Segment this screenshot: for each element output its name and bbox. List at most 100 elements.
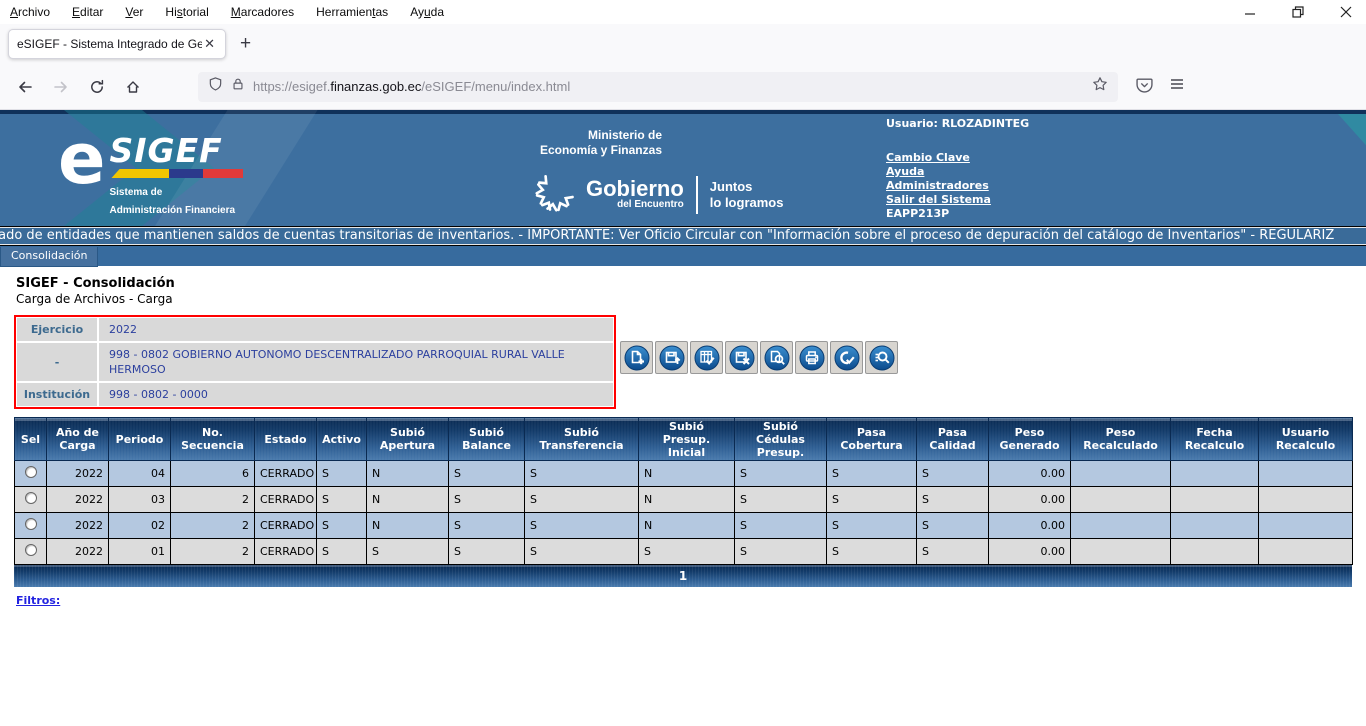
row-select-radio[interactable] (25, 492, 37, 504)
menu-hamburger-icon[interactable] (1169, 76, 1185, 97)
table-cell: 0.00 (989, 461, 1071, 487)
table-cell: S (735, 487, 827, 513)
user-link-administradores[interactable]: Administradores (886, 179, 1029, 193)
column-header: Subió Balance (449, 418, 525, 461)
shield-icon[interactable] (208, 76, 223, 97)
table-cell: 03 (109, 487, 171, 513)
table-cell: S (525, 461, 639, 487)
menu-editar[interactable]: Editar (72, 5, 103, 19)
user-link-salir-del-sistema[interactable]: Salir del Sistema (886, 193, 1029, 207)
table-cell: S (317, 487, 367, 513)
menu-ver[interactable]: Ver (125, 5, 143, 19)
column-header: Pasa Cobertura (827, 418, 917, 461)
table-cell: N (639, 461, 735, 487)
form-value-ejercicio: 2022 (99, 318, 613, 341)
close-icon[interactable] (1340, 6, 1352, 18)
reload-icon[interactable] (82, 72, 112, 102)
form-value-entidad: 998 - 0802 GOBIERNO AUTONOMO DESCENTRALI… (99, 343, 613, 381)
table-cell: CERRADO (255, 487, 317, 513)
save-upload-icon[interactable] (655, 341, 688, 374)
filters-link[interactable]: Filtros: (16, 594, 60, 607)
decor-triangle (1338, 114, 1366, 152)
minimize-icon[interactable] (1244, 6, 1256, 18)
column-header: Subió Cédulas Presup. (735, 418, 827, 461)
table-cell: 2 (171, 539, 255, 565)
table-cell: 2 (171, 513, 255, 539)
table-cell: S (827, 513, 917, 539)
menu-ayuda[interactable]: Ayuda (410, 5, 444, 19)
tab-title: eSIGEF - Sistema Integrado de Gestió (17, 37, 202, 51)
pagination-bar: 1 (14, 565, 1352, 587)
table-cell: 04 (109, 461, 171, 487)
url-bar[interactable]: https://esigef.finanzas.gob.ec/eSIGEF/me… (198, 72, 1118, 102)
home-icon[interactable] (118, 72, 148, 102)
gobierno-logo: Gobierno del Encuentro Juntos lo logramo… (532, 166, 783, 223)
c-check-icon[interactable] (830, 341, 863, 374)
page-number-link[interactable]: 1 (679, 569, 687, 583)
column-header: Pasa Calidad (917, 418, 989, 461)
table-cell: 0.00 (989, 487, 1071, 513)
table-cell: S (525, 487, 639, 513)
tab-consolidacion[interactable]: Consolidación (0, 247, 98, 267)
context-form: Ejercicio 2022 - 998 - 0802 GOBIERNO AUT… (14, 315, 616, 409)
column-header: Subió Presup. Inicial (639, 418, 735, 461)
new-tab-button[interactable]: + (240, 33, 251, 55)
user-link-cambio-clave[interactable]: Cambio Clave (886, 151, 1029, 165)
table-cell (1171, 487, 1259, 513)
table-cell: S (449, 461, 525, 487)
banner-top-line (0, 110, 1366, 114)
lock-icon[interactable] (231, 76, 245, 97)
browser-navbar: https://esigef.finanzas.gob.ec/eSIGEF/me… (0, 64, 1366, 110)
form-label-institucion: Institución (17, 383, 97, 406)
column-header: Activo (317, 418, 367, 461)
esigef-logo: e SIGEF Sistema de Administración Financ… (58, 128, 243, 218)
table-cell: S (735, 539, 827, 565)
tab-close-icon[interactable]: ✕ (202, 36, 217, 52)
row-select-radio[interactable] (25, 544, 37, 556)
bookmark-star-icon[interactable] (1092, 76, 1108, 97)
printer-icon[interactable] (795, 341, 828, 374)
new-document-icon[interactable] (620, 341, 653, 374)
menu-marcadores[interactable]: Marcadores (231, 5, 294, 19)
window-controls (1244, 0, 1352, 24)
menu-historial[interactable]: Historial (165, 5, 208, 19)
browser-tab[interactable]: eSIGEF - Sistema Integrado de Gestió ✕ (8, 29, 226, 59)
user-link-ayuda[interactable]: Ayuda (886, 165, 1029, 179)
form-label-entidad: - (17, 343, 97, 381)
table-cell (1259, 487, 1353, 513)
table-cell (1259, 539, 1353, 565)
table-row: 2022022CERRADOSNSSNSSS0.00 (15, 513, 1353, 539)
logo-subtitle: Sistema de Administración Financiera (109, 187, 235, 216)
table-cell: S (917, 487, 989, 513)
table-cell (1071, 539, 1171, 565)
table-cell: S (367, 539, 449, 565)
menu-herramientas[interactable]: Herramientas (316, 5, 388, 19)
table-cell: S (827, 487, 917, 513)
table-cell (1171, 539, 1259, 565)
table-cell: CERRADO (255, 461, 317, 487)
table-cell: S (639, 539, 735, 565)
pocket-icon[interactable] (1136, 76, 1153, 98)
global-search-icon[interactable] (865, 341, 898, 374)
row-select-radio[interactable] (25, 518, 37, 530)
logo-e-glyph: e (58, 128, 105, 190)
document-search-icon[interactable] (760, 341, 793, 374)
row-select-radio[interactable] (25, 466, 37, 478)
grid-check-icon[interactable] (690, 341, 723, 374)
flag-bars (111, 169, 243, 178)
table-cell: S (525, 513, 639, 539)
table-cell: S (525, 539, 639, 565)
menu-archivo[interactable]: Archivo (10, 5, 50, 19)
forward-icon[interactable] (46, 72, 76, 102)
column-header: No. Secuencia (171, 418, 255, 461)
table-cell: N (367, 487, 449, 513)
restore-icon[interactable] (1292, 6, 1304, 18)
browser-tabbar: eSIGEF - Sistema Integrado de Gestió ✕ + (0, 24, 1366, 64)
table-cell (1071, 513, 1171, 539)
table-cell: 2022 (47, 513, 109, 539)
back-icon[interactable] (10, 72, 40, 102)
table-cell (1259, 513, 1353, 539)
save-delete-icon[interactable] (725, 341, 758, 374)
url-text: https://esigef.finanzas.gob.ec/eSIGEF/me… (253, 79, 1084, 94)
app-header-banner: e SIGEF Sistema de Administración Financ… (0, 110, 1366, 226)
